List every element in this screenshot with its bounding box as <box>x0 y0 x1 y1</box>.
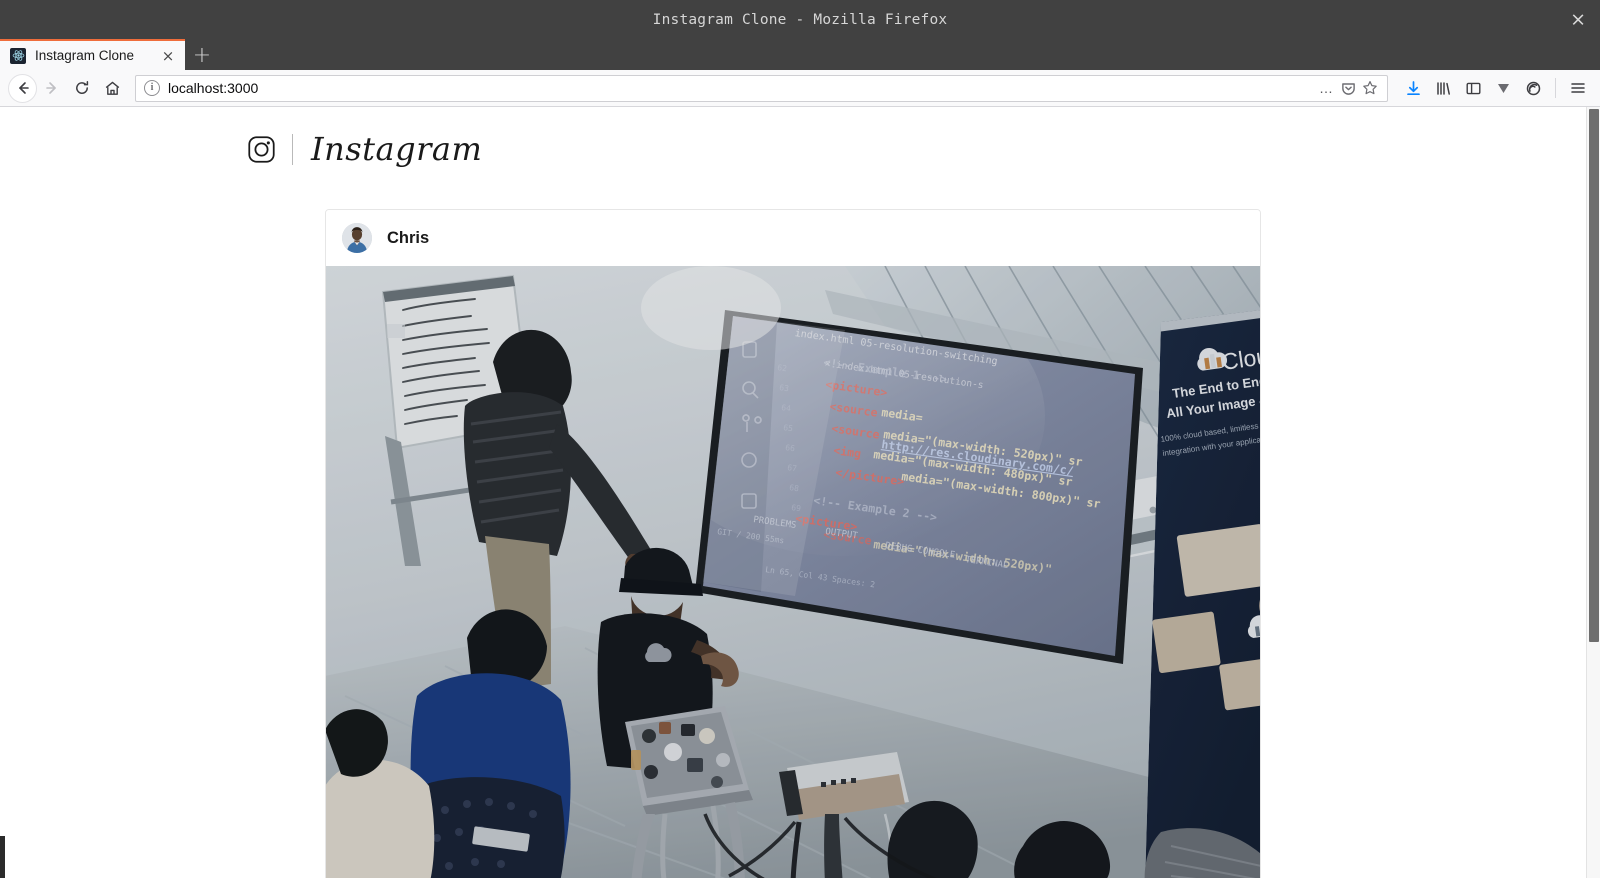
post-image[interactable]: 62 63 64 65 66 67 68 69 index.html 05-re… <box>326 266 1260 878</box>
instagram-camera-icon[interactable] <box>246 134 276 164</box>
firefox-account-icon[interactable] <box>1519 74 1547 102</box>
app-wordmark: Instagram <box>311 130 483 168</box>
new-tab-button[interactable]: + <box>185 41 219 70</box>
page-corner-marker <box>0 836 5 878</box>
tab-title: Instagram Clone <box>35 48 135 63</box>
tab-close-button[interactable]: × <box>159 47 177 65</box>
downloads-icon[interactable] <box>1399 74 1427 102</box>
avatar[interactable] <box>342 223 372 253</box>
post-author-name: Chris <box>387 228 430 247</box>
instagram-clone-page: Instagram Chris 62 63 64 65 66 67 68 69 … <box>0 107 1586 878</box>
library-icon[interactable] <box>1429 74 1457 102</box>
react-logo-icon <box>10 47 26 64</box>
navigation-toolbar: i localhost:3000 … <box>0 70 1600 107</box>
post-image-svg: 62 63 64 65 66 67 68 69 index.html 05-re… <box>326 266 1260 878</box>
home-button[interactable] <box>97 73 127 103</box>
firefox-window: Instagram Clone - Mozilla Firefox × Inst… <box>0 0 1600 878</box>
sidebar-icon[interactable] <box>1459 74 1487 102</box>
pocket-icon[interactable] <box>1489 74 1517 102</box>
page-info-icon[interactable]: i <box>144 80 160 96</box>
back-button[interactable] <box>8 73 37 103</box>
bookmark-star-icon[interactable] <box>1359 77 1381 99</box>
browser-viewport: Instagram Chris 62 63 64 65 66 67 68 69 … <box>0 107 1600 878</box>
forward-button[interactable] <box>37 73 67 103</box>
toolbar-divider <box>1555 78 1556 98</box>
browser-tab-instagram-clone[interactable]: Instagram Clone × <box>0 39 185 70</box>
post-header: Chris <box>326 210 1260 266</box>
toolbar-right-icons <box>1399 74 1592 102</box>
window-close-button[interactable]: × <box>1570 10 1586 29</box>
page-scrollbar[interactable] <box>1586 107 1600 878</box>
page-actions-icon[interactable]: … <box>1315 77 1337 99</box>
post-feed: Chris 62 63 64 65 66 67 68 69 index.html… <box>0 209 1586 878</box>
header-divider <box>292 133 293 165</box>
app-header: Instagram <box>0 107 1586 165</box>
post-card: Chris 62 63 64 65 66 67 68 69 index.html… <box>325 209 1261 878</box>
pocket-save-icon[interactable] <box>1337 77 1359 99</box>
url-text[interactable]: localhost:3000 <box>168 80 1315 96</box>
page-scrollbar-thumb[interactable] <box>1589 109 1599 642</box>
reload-button[interactable] <box>67 73 97 103</box>
window-titlebar: Instagram Clone - Mozilla Firefox × <box>0 0 1600 39</box>
window-title: Instagram Clone - Mozilla Firefox <box>652 11 948 28</box>
tab-strip: Instagram Clone × + <box>0 39 1600 70</box>
url-bar[interactable]: i localhost:3000 … <box>135 74 1388 102</box>
menu-icon[interactable] <box>1564 74 1592 102</box>
